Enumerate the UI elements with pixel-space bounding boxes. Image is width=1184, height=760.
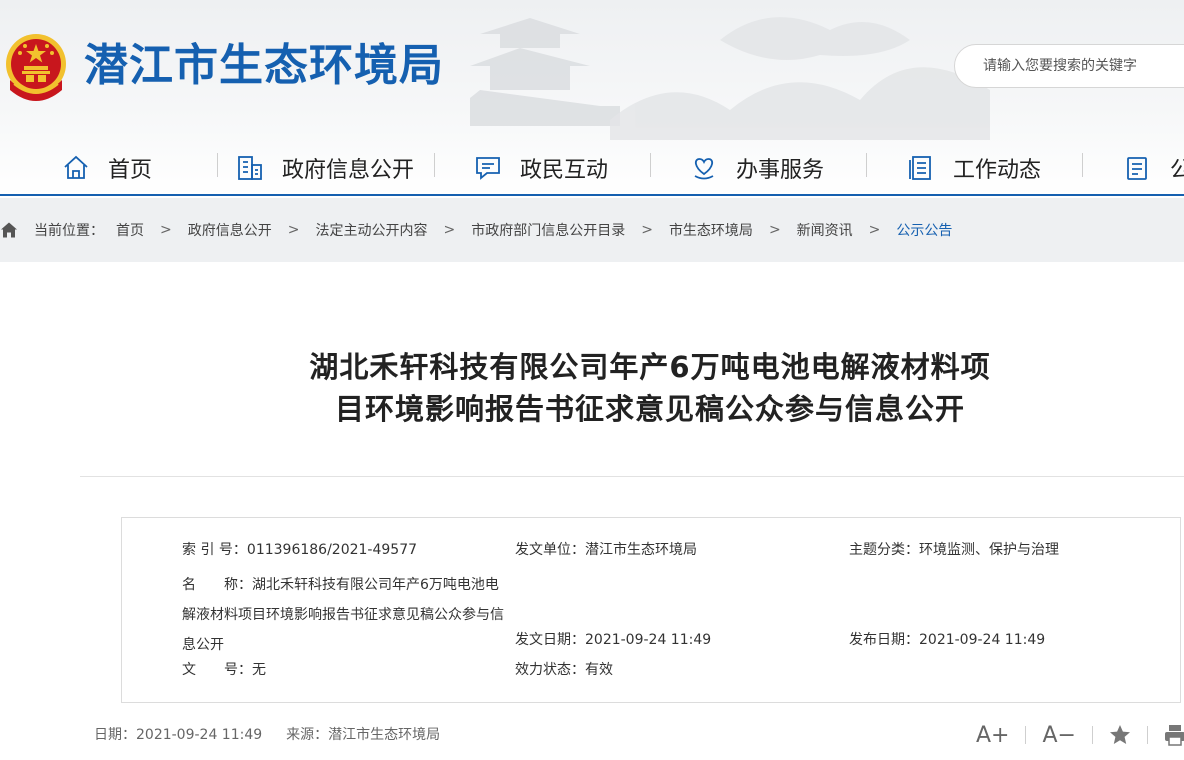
meta-doc-no-value: 无 bbox=[252, 662, 266, 678]
pavilion-scenery-image bbox=[470, 17, 990, 140]
breadcrumb-item-notice[interactable]: 公示公告 bbox=[896, 220, 952, 240]
meta-topic: 主题分类：环境监测、保护与治理 bbox=[849, 540, 1059, 560]
meta-status: 效力状态：有效 bbox=[515, 660, 613, 680]
article-source: 来源：潜江市生态环境局 bbox=[286, 727, 441, 743]
nav-divider bbox=[866, 153, 867, 177]
meta-issuer-value: 潜江市生态环境局 bbox=[585, 542, 697, 558]
nav-item-interaction[interactable]: 政民互动 bbox=[474, 140, 608, 196]
article-title: 湖北禾轩科技有限公司年产6万吨电池电解液材料项 目环境影响报告书征求意见稿公众参… bbox=[260, 346, 1040, 430]
star-icon[interactable] bbox=[1109, 724, 1131, 746]
article-date: 日期：2021-09-24 11:49 bbox=[94, 727, 263, 743]
building-icon bbox=[238, 156, 262, 180]
heart-hand-icon bbox=[694, 158, 714, 180]
toolbar-divider bbox=[1091, 726, 1093, 744]
meta-issuer-label: 发文单位： bbox=[515, 542, 585, 558]
meta-publish-date: 发布日期：2021-09-24 11:49 bbox=[849, 630, 1045, 650]
print-icon[interactable] bbox=[1164, 724, 1184, 746]
nav-divider bbox=[650, 153, 651, 177]
meta-issue-date-value: 2021-09-24 11:49 bbox=[585, 632, 712, 648]
meta-topic-value: 环境监测、保护与治理 bbox=[919, 542, 1059, 558]
breadcrumb-item-gov-info[interactable]: 政府信息公开 bbox=[188, 220, 272, 240]
article-container: 湖北禾轩科技有限公司年产6万吨电池电解液材料项 目环境影响报告书征求意见稿公众参… bbox=[0, 262, 1184, 760]
nav-label-public: 公 bbox=[1170, 158, 1184, 183]
document-meta-box: 索 引 号：011396186/2021-49577 发文单位：潜江市生态环境局… bbox=[121, 517, 1181, 703]
nav-label-home: 首页 bbox=[108, 158, 153, 183]
breadcrumb: 当前位置： 首页 > 政府信息公开 > 法定主动公开内容 > 市政府部门信息公开… bbox=[0, 220, 952, 240]
nav-item-gov-info[interactable]: 政府信息公开 bbox=[236, 140, 414, 196]
nav-divider bbox=[1082, 153, 1083, 177]
article-title-line: 目环境影响报告书征求意见稿公众参与信息公开 bbox=[334, 392, 965, 426]
article-title-line: 湖北禾轩科技有限公司年产6万吨电池电解液材料项 bbox=[309, 350, 991, 384]
nav-item-home[interactable]: 首页 bbox=[62, 140, 152, 196]
breadcrumb-separator: > bbox=[287, 222, 300, 238]
breadcrumb-separator: > bbox=[160, 222, 172, 238]
meta-publish-date-value: 2021-09-24 11:49 bbox=[919, 632, 1046, 648]
nav-underline bbox=[0, 194, 1184, 196]
search-input[interactable] bbox=[981, 57, 1184, 75]
breadcrumb-separator: > bbox=[868, 222, 881, 238]
breadcrumb-separator: > bbox=[768, 222, 781, 238]
breadcrumb-separator: > bbox=[443, 222, 456, 238]
nav-label-services: 办事服务 bbox=[736, 158, 825, 183]
breadcrumb-item-statutory[interactable]: 法定主动公开内容 bbox=[315, 220, 427, 240]
meta-issuer: 发文单位：潜江市生态环境局 bbox=[515, 540, 697, 560]
font-increase-button[interactable]: A+ bbox=[976, 723, 1009, 748]
meta-topic-label: 主题分类： bbox=[849, 542, 919, 558]
nav-item-public[interactable]: 公 bbox=[1124, 140, 1184, 196]
breadcrumb-item-home[interactable]: 首页 bbox=[116, 220, 144, 240]
meta-index: 索 引 号：011396186/2021-49577 bbox=[182, 540, 417, 560]
breadcrumb-bar: 当前位置： 首页 > 政府信息公开 > 法定主动公开内容 > 市政府部门信息公开… bbox=[0, 198, 1184, 262]
meta-doc-no-label: 文 号： bbox=[182, 662, 252, 678]
clipboard-icon bbox=[1127, 157, 1147, 180]
font-decrease-button[interactable]: A− bbox=[1042, 723, 1075, 748]
nav-label-work-news: 工作动态 bbox=[953, 158, 1042, 183]
search-box[interactable] bbox=[954, 44, 1184, 88]
breadcrumb-item-news[interactable]: 新闻资讯 bbox=[797, 220, 853, 240]
nav-item-work-news[interactable]: 工作动态 bbox=[907, 140, 1041, 196]
chat-icon bbox=[476, 157, 500, 180]
nav-divider bbox=[434, 153, 435, 177]
toolbar-divider bbox=[1025, 726, 1027, 744]
meta-doc-no: 文 号：无 bbox=[182, 660, 266, 680]
meta-name: 名 称：湖北禾轩科技有限公司年产6万吨电池电解液材料项目环境影响报告书征求意见稿… bbox=[182, 570, 512, 660]
meta-index-value: 011396186/2021-49577 bbox=[246, 542, 418, 558]
site-title[interactable]: 潜江市生态环境局 bbox=[84, 36, 444, 96]
home-icon bbox=[64, 155, 88, 179]
nav-label-interaction: 政民互动 bbox=[520, 158, 609, 183]
meta-publish-date-label: 发布日期： bbox=[849, 632, 919, 648]
meta-status-value: 有效 bbox=[585, 662, 613, 678]
meta-issue-date-label: 发文日期： bbox=[515, 632, 585, 648]
article-toolbar: A+ A− bbox=[976, 720, 1184, 750]
toolbar-divider bbox=[1146, 726, 1148, 744]
document-list-icon bbox=[909, 156, 931, 180]
breadcrumb-prefix: 当前位置： bbox=[34, 223, 104, 239]
nav-label-gov-info: 政府信息公开 bbox=[282, 158, 415, 183]
site-header: 潜江市生态环境局 首页 政府信息公开 政民互动 bbox=[0, 0, 1184, 196]
national-emblem-logo bbox=[6, 34, 66, 101]
title-divider bbox=[80, 476, 1184, 477]
breadcrumb-item-catalog[interactable]: 市政府部门信息公开目录 bbox=[471, 220, 625, 240]
meta-status-label: 效力状态： bbox=[515, 662, 585, 678]
article-info-line: 日期：2021-09-24 11:49 来源：潜江市生态环境局 bbox=[94, 724, 440, 744]
meta-name-label: 名 称： bbox=[182, 577, 252, 593]
nav-divider bbox=[217, 153, 218, 177]
main-nav: 首页 政府信息公开 政民互动 办事服务 工作动态 公 bbox=[0, 140, 1184, 196]
nav-item-services[interactable]: 办事服务 bbox=[690, 140, 824, 196]
home-icon bbox=[1, 222, 17, 238]
meta-issue-date: 发文日期：2021-09-24 11:49 bbox=[515, 630, 711, 650]
breadcrumb-separator: > bbox=[641, 222, 653, 238]
breadcrumb-item-bureau[interactable]: 市生态环境局 bbox=[669, 220, 753, 240]
meta-index-label: 索 引 号： bbox=[182, 542, 247, 558]
